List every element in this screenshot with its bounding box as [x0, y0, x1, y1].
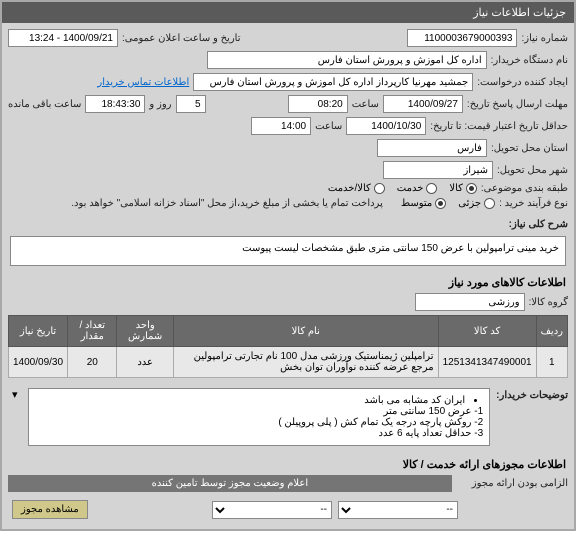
label-buyer-org: نام دستگاه خریدار:: [491, 55, 568, 66]
contact-link[interactable]: اطلاعات تماس خریدار: [97, 77, 189, 88]
payment-note: پرداخت تمام یا بخشی از مبلغ خرید،از محل …: [71, 198, 383, 209]
panel-body: شماره نیاز: 1100003679000393 تاریخ و ساع…: [2, 23, 574, 529]
field-days: 5: [176, 95, 206, 113]
field-buyer-org: اداره کل اموزش و پرورش استان فارس: [207, 51, 487, 69]
table-row: 1 1251341347490001 ترامپلین ژیمناستیک ور…: [9, 347, 568, 378]
label-day-and: روز و: [149, 99, 171, 110]
th-unit: واحد شمارش: [117, 316, 173, 347]
label-requester: ایجاد کننده درخواست:: [477, 77, 568, 88]
radio-label-service: خدمت: [397, 183, 424, 194]
row-requester: ایجاد کننده درخواست: جمشید مهرنیا کارپرد…: [8, 73, 568, 91]
label-hour1: ساعت: [352, 99, 379, 110]
row-goods-group: گروه کالا: ورزشی: [8, 293, 568, 311]
radio-label-both: کالا/خدمت: [328, 183, 371, 194]
panel-title: جزئیات اطلاعات نیاز: [2, 2, 574, 23]
radio-goods[interactable]: کالا: [449, 183, 477, 194]
th-qty: تعداد / مقدار: [68, 316, 117, 347]
cell-idx: 1: [536, 347, 567, 378]
field-remaining-time: 18:43:30: [85, 95, 145, 113]
cell-date: 1400/09/30: [9, 347, 68, 378]
field-goods-group: ورزشی: [415, 293, 525, 311]
row-province: استان محل تحویل: فارس: [8, 139, 568, 157]
category-radio-group: کالا خدمت کالا/خدمت: [328, 183, 477, 194]
row-purchase-type: نوع فرآیند خرید : جزئی متوسط پرداخت تمام…: [8, 198, 568, 209]
label-city: شهر محل تحویل:: [497, 165, 568, 176]
label-province: استان محل تحویل:: [491, 143, 568, 154]
cell-qty: 20: [68, 347, 117, 378]
note-item-3: 3- حداقل تعداد پایه 6 عدد: [35, 428, 484, 439]
label-goods-group: گروه کالا:: [529, 297, 568, 308]
th-code: کد کالا: [438, 316, 536, 347]
view-permit-button[interactable]: مشاهده مجوز: [12, 500, 88, 519]
field-announce: 1400/09/21 - 13:24: [8, 29, 118, 47]
note-item-2: 2- روکش پارچه درجه یک تمام کش ( پلی پروپ…: [35, 417, 484, 428]
row-deadline: مهلت ارسال پاسخ تاریخ: 1400/09/27 ساعت 0…: [8, 95, 568, 113]
radio-medium[interactable]: متوسط: [401, 198, 446, 209]
radio-service[interactable]: خدمت: [397, 183, 438, 194]
status-select-1[interactable]: --: [338, 501, 458, 519]
label-buyer-notes: توضیحات خریدار:: [496, 384, 568, 401]
label-remaining: ساعت باقی مانده: [8, 99, 81, 110]
row-buyer-notes: توضیحات خریدار: ایران کد مشابه می باشد 1…: [8, 384, 568, 450]
label-deadline: مهلت ارسال پاسخ تاریخ:: [467, 99, 568, 110]
label-purchase-type: نوع فرآیند خرید :: [499, 198, 568, 209]
permits-header-row: الزامی بودن ارائه مجوز اعلام وضعیت مجوز …: [8, 475, 568, 492]
label-announce: تاریخ و ساعت اعلان عمومی:: [122, 33, 241, 44]
buyer-notes-box: ایران کد مشابه می باشد 1- عرض 150 سانتی …: [28, 388, 491, 446]
radio-both[interactable]: کالا/خدمت: [328, 183, 385, 194]
field-requester: جمشید مهرنیا کارپرداز اداره کل اموزش و پ…: [193, 73, 473, 91]
radio-small[interactable]: جزئی: [458, 198, 495, 209]
table-header-row: ردیف کد کالا نام کالا واحد شمارش تعداد /…: [9, 316, 568, 347]
cell-unit: عدد: [117, 347, 173, 378]
permits-bottom-row: -- -- مشاهده مجوز: [8, 496, 568, 523]
field-deadline-time: 08:20: [288, 95, 348, 113]
chevron-down-icon[interactable]: ▾: [8, 384, 22, 405]
supplier-status-header: اعلام وضعیت مجوز توسط تامین کننده: [8, 475, 452, 492]
row-buyer-org: نام دستگاه خریدار: اداره کل اموزش و پرور…: [8, 51, 568, 69]
field-validity-time: 14:00: [251, 117, 311, 135]
th-date: تاریخ نیاز: [9, 316, 68, 347]
row-category: طبقه بندی موضوعی: کالا خدمت کالا/خدمت: [8, 183, 568, 194]
description-box: خرید مینی ترامپولین با عرض 150 سانتی متر…: [10, 236, 566, 266]
field-city: شیراز: [383, 161, 493, 179]
radio-label-goods: کالا: [449, 183, 463, 194]
label-desc-title: شرح کلی نیاز:: [509, 219, 568, 230]
radio-label-small: جزئی: [458, 198, 481, 209]
field-deadline-date: 1400/09/27: [383, 95, 463, 113]
purchase-radio-group: جزئی متوسط: [401, 198, 495, 209]
label-need-no: شماره نیاز:: [521, 33, 568, 44]
status-select-2[interactable]: --: [212, 501, 332, 519]
radio-circle-both: [374, 183, 385, 194]
field-validity-date: 1400/10/30: [346, 117, 426, 135]
th-row: ردیف: [536, 316, 567, 347]
radio-circle-small: [484, 198, 495, 209]
label-mandatory: الزامی بودن ارائه مجوز: [472, 478, 568, 489]
radio-label-medium: متوسط: [401, 198, 432, 209]
field-need-no: 1100003679000393: [407, 29, 517, 47]
label-hour2: ساعت: [315, 121, 342, 132]
radio-circle-medium: [435, 198, 446, 209]
main-panel: جزئیات اطلاعات نیاز شماره نیاز: 11000036…: [0, 0, 576, 531]
cell-name: ترامپلین ژیمناستیک ورزشی مدل 100 نام تجا…: [173, 347, 438, 378]
radio-circle-service: [426, 183, 437, 194]
th-name: نام کالا: [173, 316, 438, 347]
cell-code: 1251341347490001: [438, 347, 536, 378]
note-intro: ایران کد مشابه می باشد: [35, 395, 466, 406]
row-city: شهر محل تحویل: شیراز: [8, 161, 568, 179]
field-province: فارس: [377, 139, 487, 157]
row-need-no: شماره نیاز: 1100003679000393 تاریخ و ساع…: [8, 29, 568, 47]
label-category: طبقه بندی موضوعی:: [481, 183, 568, 194]
desc-section: شرح کلی نیاز: خرید مینی ترامپولین با عرض…: [8, 219, 568, 266]
radio-circle-goods: [466, 183, 477, 194]
row-validity: حداقل تاریخ اعتبار قیمت: تا تاریخ: 1400/…: [8, 117, 568, 135]
label-validity: حداقل تاریخ اعتبار قیمت: تا تاریخ:: [430, 121, 568, 132]
items-section-title: اطلاعات کالاهای مورد نیاز: [8, 272, 568, 293]
note-item-1: 1- عرض 150 سانتی متر: [35, 406, 484, 417]
notes-list: ایران کد مشابه می باشد: [35, 395, 484, 406]
permits-section-title: اطلاعات مجوزهای ارائه خدمت / کالا: [8, 454, 568, 475]
items-table: ردیف کد کالا نام کالا واحد شمارش تعداد /…: [8, 315, 568, 378]
